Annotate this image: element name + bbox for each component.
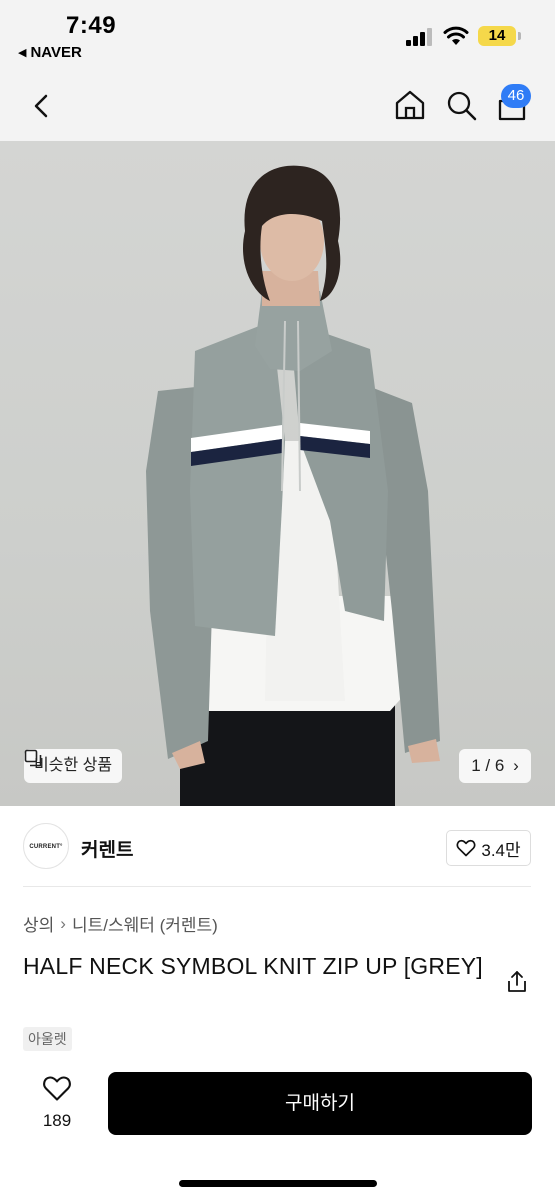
back-app-label: NAVER xyxy=(30,44,82,61)
cart-count-badge: 46 xyxy=(501,84,531,108)
brand-like-count: 3.4만 xyxy=(481,840,521,860)
product-photo xyxy=(146,165,440,806)
breadcrumb-category[interactable]: 상의 xyxy=(23,916,54,935)
image-pager-button[interactable]: 1 / 6 › xyxy=(459,749,531,783)
heart-outline-icon xyxy=(456,839,476,857)
home-icon[interactable] xyxy=(393,87,427,123)
similar-products-button[interactable]: 비슷한 상품 xyxy=(24,749,123,783)
status-bar: 7:49 ◀ NAVER 14 xyxy=(0,0,555,70)
chevron-left-icon[interactable] xyxy=(26,88,56,124)
battery-tip xyxy=(518,32,521,40)
brand-like-button[interactable]: 3.4만 xyxy=(446,830,531,866)
wishlist-count: 189 xyxy=(42,1111,72,1130)
home-indicator xyxy=(179,1180,377,1187)
image-pager-label: 1 / 6 xyxy=(471,756,505,775)
wifi-icon xyxy=(443,26,469,45)
product-title: HALF NECK SYMBOL KNIT ZIP UP [GREY] xyxy=(23,953,483,979)
brand-name[interactable]: 커렌트 xyxy=(81,835,133,862)
share-icon[interactable] xyxy=(504,969,530,995)
buy-button[interactable]: 구매하기 xyxy=(108,1072,532,1135)
chevron-right-icon: › xyxy=(513,756,519,775)
cellular-signal-icon xyxy=(406,28,432,46)
brand-logo[interactable]: CURRENT° xyxy=(23,823,69,869)
similar-products-label: 비슷한 상품 xyxy=(34,757,113,774)
brand-row: CURRENT° 커렌트 3.4만 xyxy=(0,806,555,886)
chevron-right-icon: › xyxy=(60,913,66,933)
battery-indicator: 14 xyxy=(478,26,516,46)
back-triangle-icon: ◀ xyxy=(18,47,27,59)
search-icon[interactable] xyxy=(444,87,478,123)
divider xyxy=(23,886,531,887)
outlet-tag: 아울렛 xyxy=(23,1027,72,1051)
back-to-app-link[interactable]: ◀ NAVER xyxy=(18,44,82,61)
wishlist-button[interactable]: 189 xyxy=(36,1074,78,1134)
similar-items-icon xyxy=(24,749,42,767)
heart-outline-icon xyxy=(43,1076,71,1101)
breadcrumb-subcategory[interactable]: 니트/스웨터 (커렌트) xyxy=(72,916,218,935)
product-image-carousel[interactable]: 비슷한 상품 1 / 6 › xyxy=(0,141,555,806)
top-navigation: 46 xyxy=(0,70,555,141)
breadcrumb: 상의 › 니트/스웨터 (커렌트) xyxy=(23,911,218,936)
status-time: 7:49 xyxy=(66,12,117,39)
